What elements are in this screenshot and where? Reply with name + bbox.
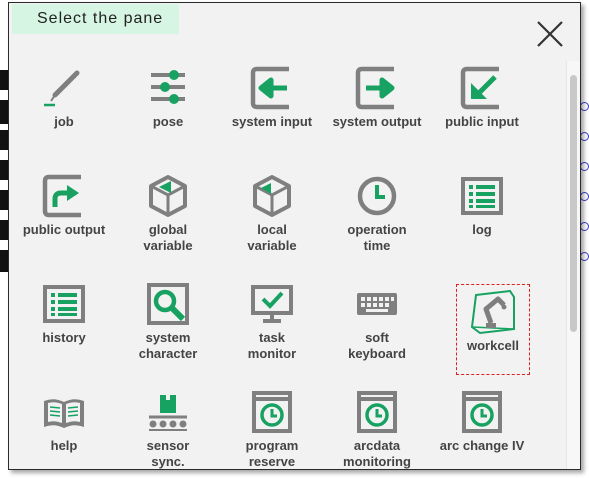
book-icon <box>41 389 87 435</box>
pane-tile-local-variable[interactable]: local variable <box>220 169 324 269</box>
close-icon <box>537 21 563 47</box>
pane-tile-label: task monitor <box>247 330 297 361</box>
arrow-in-icon <box>249 65 295 111</box>
pane-tile-label: global variable <box>143 222 193 253</box>
pane-tile-arcdata-monitoring[interactable]: arcdata monitoring <box>325 385 429 469</box>
pane-tile-public-input[interactable]: public input <box>430 61 534 161</box>
pane-tile-log[interactable]: log <box>430 169 534 269</box>
cube-local-icon <box>249 173 295 219</box>
clock-icon <box>354 173 400 219</box>
pane-tile-label: local variable <box>247 222 297 253</box>
pane-tile-label: program reserve <box>245 438 299 469</box>
pane-tile-label: job <box>54 114 74 129</box>
arrow-out-diagonal-icon <box>41 173 87 219</box>
pane-tile-workcell[interactable]: workcell <box>456 284 530 375</box>
pane-tile-global-variable[interactable]: global variable <box>116 169 220 269</box>
dialog-title: Select the pane <box>12 4 179 34</box>
pane-tile-label: workcell <box>466 338 520 353</box>
pencil-icon <box>41 65 87 111</box>
radio-icon <box>580 192 589 201</box>
pane-tile-label: sensor sync. <box>146 438 190 469</box>
cube-global-icon <box>145 173 191 219</box>
pane-tile-label: log <box>472 222 492 237</box>
pane-tile-system-input[interactable]: system input <box>220 61 324 161</box>
pane-tile-label: history <box>42 330 86 345</box>
list-icon <box>41 281 87 327</box>
close-button[interactable] <box>532 16 568 52</box>
keyboard-icon <box>354 281 400 327</box>
pane-tile-label: system character <box>138 330 198 361</box>
pane-tile-pose[interactable]: pose <box>116 61 220 161</box>
magnifier-icon <box>145 281 191 327</box>
pane-tile-job[interactable]: job <box>12 61 116 161</box>
radio-icon <box>580 132 589 141</box>
pane-tile-system-output[interactable]: system output <box>325 61 429 161</box>
pane-tile-soft-keyboard[interactable]: soft keyboard <box>325 277 429 377</box>
pane-tile-label: arc change IV <box>439 438 525 453</box>
radio-icon <box>580 252 589 261</box>
monitor-check-icon <box>249 281 295 327</box>
sliders-icon <box>145 65 191 111</box>
pane-tile-label: pose <box>152 114 184 129</box>
clock-panel-icon <box>249 389 295 435</box>
pane-tile-history[interactable]: history <box>12 277 116 377</box>
pane-tile-help[interactable]: help <box>12 385 116 469</box>
pane-tile-label: system output <box>332 114 422 129</box>
arrow-in-diagonal-icon <box>459 65 505 111</box>
pane-tile-label: operation time <box>347 222 407 253</box>
pane-tile-program-reserve[interactable]: program reserve <box>220 385 324 469</box>
conveyor-icon <box>145 389 191 435</box>
pane-tile-label: soft keyboard <box>348 330 406 361</box>
select-pane-dialog: Select the pane job pose system input syste… <box>8 2 581 470</box>
pane-tile-system-character[interactable]: system character <box>116 277 220 377</box>
pane-tile-label: arcdata monitoring <box>343 438 411 469</box>
pane-tile-sensor-sync[interactable]: sensor sync. <box>116 385 220 469</box>
radio-icon <box>580 162 589 171</box>
pane-tile-task-monitor[interactable]: task monitor <box>220 277 324 377</box>
clock-panel-icon <box>354 389 400 435</box>
pane-tile-label: public output <box>22 222 106 237</box>
scrollbar[interactable] <box>566 61 580 469</box>
pane-tile-label: system input <box>231 114 313 129</box>
pane-tile-public-output[interactable]: public output <box>12 169 116 269</box>
clock-panel-icon <box>459 389 505 435</box>
list-icon <box>459 173 505 219</box>
robot-arm-icon <box>470 289 516 335</box>
scrollbar-thumb[interactable] <box>570 75 577 332</box>
pane-tile-arc-change-iv[interactable]: arc change IV <box>430 385 534 469</box>
arrow-out-icon <box>354 65 400 111</box>
pane-tile-label: public input <box>445 114 519 129</box>
pane-tile-operation-time[interactable]: operation time <box>325 169 429 269</box>
pane-tile-label: help <box>50 438 78 453</box>
radio-icon <box>580 102 589 111</box>
radio-icon <box>580 222 589 231</box>
